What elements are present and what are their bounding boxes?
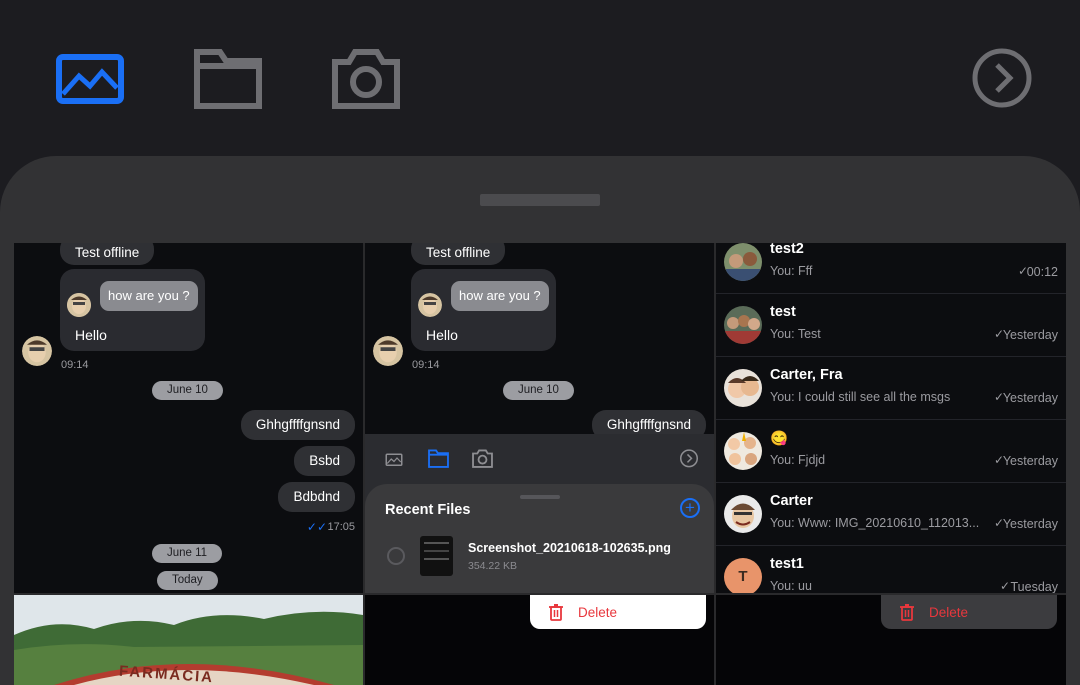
conversation-preview: You: Fff [770, 264, 813, 278]
date-chip: June 11 [152, 544, 223, 563]
delete-button: Delete [881, 595, 1057, 629]
top-toolbar [0, 0, 1080, 156]
avatar [418, 293, 442, 317]
list-item: T test1 You: uu ✓ Tuesday [716, 546, 1066, 593]
image-thumbnail-chat-1[interactable]: Test offline how are you ? Hello 09:14 J… [14, 243, 363, 593]
image-thumbnail-photo[interactable]: FARMÁCIA [14, 595, 363, 685]
conversation-time: 00:12 [1026, 265, 1058, 279]
date-chip: Today [157, 571, 218, 590]
conversation-name: test1 [770, 556, 804, 572]
avatar [22, 336, 52, 366]
next-icon[interactable] [966, 44, 1038, 116]
check-icon: ✓ [999, 579, 1010, 593]
folder-icon[interactable] [192, 44, 264, 116]
date-chip: June 10 [503, 381, 574, 400]
conversation-name: 😋 [770, 431, 789, 447]
list-item: Carter You: Www: IMG_20210610_112013... … [716, 483, 1066, 546]
conversation-time: Yesterday [1002, 517, 1058, 531]
list-item: test2 You: Fff ✓ 00:12 [716, 243, 1066, 294]
list-item: Carter, Fra You: I could still see all t… [716, 357, 1066, 420]
outgoing-message: Bdbdnd [278, 482, 355, 512]
camera-icon[interactable] [330, 44, 402, 116]
quoted-message: how are you ? [451, 281, 549, 311]
message-bubble: Test offline [411, 243, 506, 265]
next-icon [679, 449, 699, 468]
list-item: test You: Test ✓ Yesterday [716, 294, 1066, 357]
avatar [724, 243, 762, 281]
conversation-name: test2 [770, 243, 804, 257]
delete-button: Delete [530, 595, 706, 629]
avatar [724, 432, 762, 470]
conversation-preview: You: Fjdjd [770, 453, 826, 467]
conversation-preview: You: I could still see all the msgs [770, 390, 951, 404]
panel-handle [520, 495, 560, 499]
avatar [724, 495, 762, 533]
avatar: T [724, 558, 762, 593]
conversation-name: Carter, Fra [770, 367, 843, 383]
recent-files-title: Recent Files [385, 502, 471, 518]
image-thumbnail-delete-popup-1[interactable]: Delete [365, 595, 714, 685]
conversation-time: Yesterday [1002, 454, 1058, 468]
image-thumbnail-conversation-list[interactable]: test2 You: Fff ✓ 00:12 test You: Test ✓ … [716, 243, 1066, 593]
avatar [67, 293, 91, 317]
outgoing-message: Ghhgffffgnsnd [240, 410, 355, 440]
conversation-name: test [770, 304, 796, 320]
image-thumbnail-delete-popup-2[interactable]: Delete [716, 595, 1066, 685]
incoming-message-group: how are you ? Hello [60, 269, 205, 351]
avatar [373, 336, 403, 366]
message-time: 09:14 [61, 359, 89, 371]
conversation-time: Yesterday [1002, 391, 1058, 405]
gallery-icon [385, 453, 403, 466]
conversation-preview: You: uu [770, 579, 812, 593]
trash-icon [900, 604, 914, 621]
recent-files-panel: Recent Files + Screenshot_20210618-10263… [365, 484, 714, 593]
conversation-name: Carter [770, 493, 813, 509]
delete-label: Delete [929, 604, 969, 620]
avatar [724, 306, 762, 344]
message-time: 09:14 [412, 359, 440, 371]
message-text: Hello [426, 327, 458, 343]
conversation-preview: You: Www: IMG_20210610_112013... [770, 516, 980, 530]
conversation-time: Tuesday [1010, 580, 1058, 593]
gallery-sheet: Test offline how are you ? Hello 09:14 J… [0, 156, 1080, 685]
sheet-drag-handle[interactable] [480, 194, 600, 206]
outgoing-message: Bsbd [294, 446, 355, 476]
list-item: 😋 You: Fjdjd ✓ Yesterday [716, 420, 1066, 483]
message-bubble: Test offline [60, 243, 155, 265]
date-chip: June 10 [152, 381, 223, 400]
message-text: Hello [75, 327, 107, 343]
folder-icon [428, 449, 449, 468]
incoming-message-group: how are you ? Hello [411, 269, 556, 351]
recent-images-grid: Test offline how are you ? Hello 09:14 J… [14, 243, 1066, 685]
camera-icon [472, 449, 493, 468]
file-select-radio [387, 547, 405, 565]
conversation-time: Yesterday [1002, 328, 1058, 342]
avatar [724, 369, 762, 407]
conversation-preview: You: Test [770, 327, 821, 341]
quoted-message: how are you ? [100, 281, 198, 311]
attach-panel: Recent Files + Screenshot_20210618-10263… [365, 434, 714, 593]
file-thumbnail [420, 536, 453, 576]
read-receipt-icon: ✓✓ [306, 520, 327, 534]
add-icon: + [680, 498, 700, 518]
image-thumbnail-chat-2[interactable]: Test offline how are you ? Hello 09:14 J… [365, 243, 714, 593]
file-name: Screenshot_20210618-102635.png [468, 541, 671, 555]
file-size: 354.22 KB [468, 560, 518, 572]
delete-label: Delete [578, 604, 618, 620]
message-time: 17:05 [327, 521, 355, 533]
trash-icon [549, 604, 563, 621]
gallery-icon[interactable] [54, 44, 126, 116]
